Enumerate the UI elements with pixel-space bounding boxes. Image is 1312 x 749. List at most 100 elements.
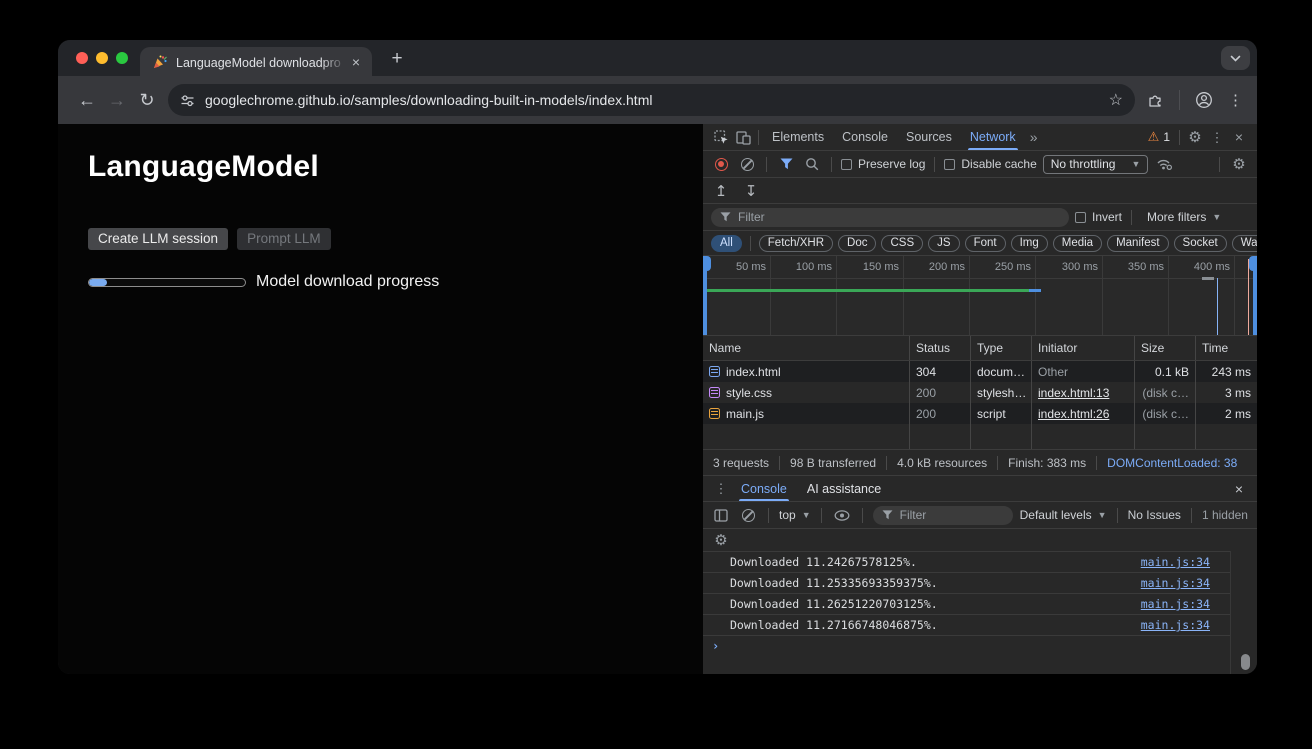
- hidden-messages-count[interactable]: 1 hidden: [1202, 508, 1248, 522]
- drawer-close-icon[interactable]: ×: [1229, 479, 1249, 499]
- network-conditions-icon[interactable]: [1154, 154, 1174, 174]
- url-input[interactable]: [205, 92, 1101, 108]
- chip-font[interactable]: Font: [965, 235, 1006, 252]
- tab-console[interactable]: Console: [834, 124, 896, 150]
- browser-tab[interactable]: LanguageModel downloadpro ×: [140, 47, 372, 76]
- chip-wasm[interactable]: Wasm: [1232, 235, 1257, 252]
- profile-avatar-icon[interactable]: [1194, 90, 1214, 110]
- devtools-settings-gear-icon[interactable]: ⚙: [1185, 127, 1205, 147]
- chip-media[interactable]: Media: [1053, 235, 1102, 252]
- console-prompt[interactable]: ›: [703, 635, 1230, 656]
- divider: [934, 157, 935, 172]
- request-time: 3 ms: [1196, 382, 1257, 403]
- issues-warning-badge[interactable]: ⚠ 1: [1144, 129, 1174, 145]
- filter-funnel-small-icon: [882, 510, 893, 520]
- javascript-context-select[interactable]: top ▼: [779, 508, 811, 522]
- initiator-link[interactable]: index.html:13: [1038, 386, 1109, 400]
- console-sidebar-toggle-icon[interactable]: [711, 505, 731, 525]
- extensions-puzzle-icon[interactable]: [1145, 90, 1165, 110]
- invert-filter-checkbox[interactable]: [1075, 212, 1086, 223]
- chip-manifest[interactable]: Manifest: [1107, 235, 1168, 252]
- har-import-export-row: ↥ ↧: [703, 178, 1257, 204]
- throttling-select[interactable]: No throttling ▼: [1043, 155, 1149, 174]
- column-header-type[interactable]: Type: [971, 336, 1032, 360]
- close-window-button[interactable]: [76, 52, 88, 64]
- create-llm-session-button[interactable]: Create LLM session: [88, 228, 228, 250]
- search-icon[interactable]: [802, 154, 822, 174]
- console-filter-input[interactable]: [900, 508, 1004, 522]
- more-tabs-icon[interactable]: »: [1026, 129, 1042, 145]
- timeline-right-handle-grip[interactable]: [1249, 256, 1257, 271]
- network-overview-timeline: 50 ms 100 ms 150 ms 200 ms 250 ms 300 ms…: [703, 256, 1257, 336]
- devtools-close-icon[interactable]: ×: [1229, 127, 1249, 147]
- inspect-element-icon[interactable]: [711, 127, 731, 147]
- live-expression-eye-icon[interactable]: [832, 505, 852, 525]
- source-location-link[interactable]: main.js:34: [1141, 618, 1210, 632]
- column-header-time[interactable]: Time: [1196, 336, 1257, 360]
- clear-console-icon[interactable]: [738, 505, 758, 525]
- disable-cache-label: Disable cache: [961, 157, 1036, 171]
- more-filters-button[interactable]: More filters ▼: [1141, 210, 1227, 224]
- back-icon[interactable]: ←: [72, 85, 102, 115]
- chip-doc[interactable]: Doc: [838, 235, 876, 252]
- import-har-icon[interactable]: ↥: [711, 181, 731, 201]
- clear-network-log-icon[interactable]: [737, 154, 757, 174]
- source-location-link[interactable]: main.js:34: [1141, 597, 1210, 611]
- drawer-tab-console[interactable]: Console: [731, 476, 797, 501]
- reload-icon[interactable]: ↻: [132, 85, 162, 115]
- column-header-name[interactable]: Name: [703, 336, 910, 360]
- tab-close-icon[interactable]: ×: [347, 53, 365, 71]
- column-header-status[interactable]: Status: [910, 336, 971, 360]
- console-settings-gear-icon[interactable]: ⚙: [711, 530, 731, 550]
- issues-status[interactable]: No Issues: [1128, 508, 1181, 522]
- console-message-text: Downloaded 11.25335693359375%.: [730, 576, 1141, 590]
- tab-search-chevron-icon[interactable]: [1221, 46, 1250, 70]
- column-header-initiator[interactable]: Initiator: [1032, 336, 1135, 360]
- chip-js[interactable]: JS: [928, 235, 959, 252]
- divider: [1131, 210, 1132, 225]
- request-size: 0.1 kB: [1135, 361, 1196, 382]
- export-har-icon[interactable]: ↧: [741, 181, 761, 201]
- table-row[interactable]: style.css 200 stylesh… index.html:13 (di…: [703, 382, 1257, 403]
- disable-cache-checkbox[interactable]: [944, 159, 955, 170]
- chip-fetch-xhr[interactable]: Fetch/XHR: [759, 235, 833, 252]
- preserve-log-checkbox[interactable]: [841, 159, 852, 170]
- tab-sources[interactable]: Sources: [898, 124, 960, 150]
- record-network-log-icon[interactable]: [711, 154, 731, 174]
- drawer-menu-kebab-icon[interactable]: ⋮: [711, 479, 731, 499]
- table-row[interactable]: index.html 304 docum… Other 0.1 kB 243 m…: [703, 361, 1257, 382]
- new-tab-button[interactable]: +: [385, 47, 409, 71]
- tab-network[interactable]: Network: [962, 124, 1024, 150]
- initiator-link[interactable]: index.html:26: [1038, 407, 1109, 421]
- table-row[interactable]: main.js 200 script index.html:26 (disk c…: [703, 403, 1257, 424]
- drawer-tab-ai-assistance[interactable]: AI assistance: [797, 476, 891, 501]
- zoom-window-button[interactable]: [116, 52, 128, 64]
- column-header-size[interactable]: Size: [1135, 336, 1196, 360]
- device-toolbar-icon[interactable]: [733, 127, 753, 147]
- chrome-menu-kebab-icon[interactable]: ⋮: [1228, 91, 1243, 109]
- timeline-left-handle-grip[interactable]: [703, 256, 711, 271]
- request-name: index.html: [726, 365, 781, 379]
- chip-css[interactable]: CSS: [881, 235, 923, 252]
- chevron-down-icon: ▼: [1212, 212, 1221, 222]
- toolbar-right: ⋮: [1145, 90, 1243, 110]
- chip-socket[interactable]: Socket: [1174, 235, 1227, 252]
- log-levels-select[interactable]: Default levels ▼: [1020, 508, 1107, 522]
- chevron-down-icon: ▼: [802, 510, 811, 520]
- prompt-llm-button[interactable]: Prompt LLM: [237, 228, 331, 250]
- source-location-link[interactable]: main.js:34: [1141, 555, 1210, 569]
- forward-icon[interactable]: →: [102, 85, 132, 115]
- scrollbar-thumb[interactable]: [1241, 654, 1250, 670]
- minimize-window-button[interactable]: [96, 52, 108, 64]
- network-settings-gear-icon[interactable]: ⚙: [1229, 154, 1249, 174]
- source-location-link[interactable]: main.js:34: [1141, 576, 1210, 590]
- devtools-menu-kebab-icon[interactable]: ⋮: [1207, 127, 1227, 147]
- bookmark-star-icon[interactable]: ☆: [1109, 90, 1123, 110]
- chip-all[interactable]: All: [711, 235, 742, 252]
- tab-elements[interactable]: Elements: [764, 124, 832, 150]
- filter-funnel-icon[interactable]: [776, 154, 796, 174]
- network-filter-input[interactable]: [738, 210, 1060, 224]
- chip-img[interactable]: Img: [1011, 235, 1048, 252]
- site-settings-icon[interactable]: [180, 93, 195, 108]
- url-bar[interactable]: ☆: [168, 84, 1135, 116]
